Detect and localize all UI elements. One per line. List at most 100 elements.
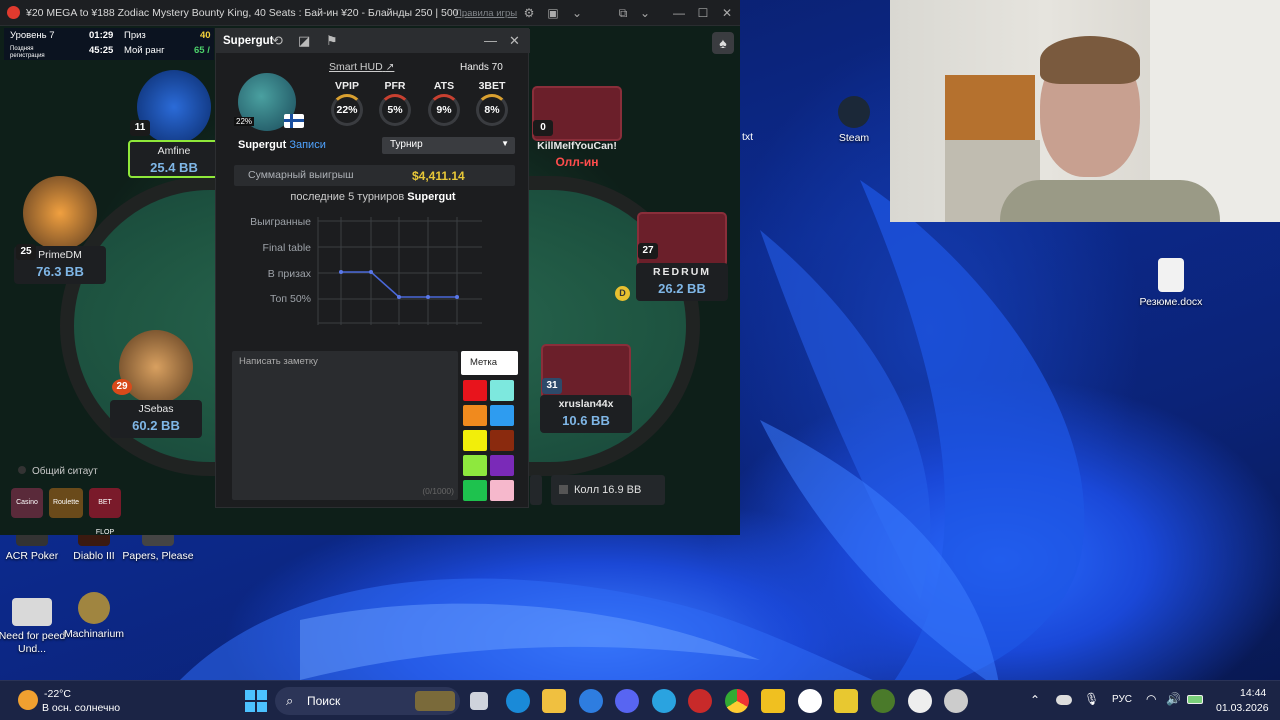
avatar-percent-badge: 22%	[234, 117, 255, 126]
notes-link[interactable]: Записи	[289, 139, 326, 151]
taskbar-time[interactable]: 14:44	[1240, 687, 1266, 699]
tag-color-red[interactable]	[463, 380, 487, 401]
player-plate: REDRUM 26.2 BB	[636, 263, 728, 301]
diablo-icon[interactable]: Diablo III	[58, 532, 130, 563]
tag-color-green[interactable]	[463, 480, 487, 501]
gear-icon[interactable]: ⚙	[522, 6, 536, 20]
stat-ats-ring[interactable]: 9%	[428, 94, 460, 126]
tag-color-pink[interactable]	[490, 480, 514, 501]
level-badge: 11	[130, 120, 150, 136]
task-view-icon[interactable]	[470, 692, 488, 710]
rank-value: 65 /	[194, 45, 210, 56]
discord-icon[interactable]	[615, 689, 639, 713]
stat-vpip-ring[interactable]: 22%	[331, 94, 363, 126]
last-tournaments-caption: последние 5 турниров Supergut	[290, 191, 456, 203]
layout-icon[interactable]: ⧉	[616, 6, 630, 20]
taskbar-date[interactable]: 01.03.2026	[1216, 702, 1269, 714]
note-textarea[interactable]: Написать заметку (0/1000)	[232, 351, 458, 500]
rank-label: Мой ранг	[124, 45, 165, 56]
seat-primedm[interactable]: PrimeDM 76.3 BB 25	[14, 176, 106, 284]
checkbox-icon	[559, 485, 568, 494]
tray-chevron-icon[interactable]: ⌃	[1030, 693, 1040, 707]
app-icon[interactable]	[579, 689, 603, 713]
tag-color-lime[interactable]	[463, 455, 487, 476]
tag-color-orange[interactable]	[463, 405, 487, 426]
weather-widget[interactable]: -22°C В осн. солнечно	[18, 686, 128, 716]
tag-color-purple[interactable]	[490, 455, 514, 476]
common-sitout-toggle[interactable]: Общий ситаут	[18, 466, 98, 477]
tag-color-brown[interactable]	[490, 430, 514, 451]
minimize-icon[interactable]: —	[672, 6, 686, 20]
promo-casino-icon[interactable]: Casino	[11, 488, 43, 518]
hide-icon[interactable]: ◪	[298, 33, 310, 49]
tag-color-blue[interactable]	[490, 405, 514, 426]
window-title: ¥20 MEGA to ¥188 Zodiac Mystery Bounty K…	[26, 7, 471, 19]
results-graph	[317, 217, 482, 325]
app2-icon[interactable]	[688, 689, 712, 713]
machinarium-icon[interactable]: Machinarium	[58, 592, 130, 641]
graph-row-label: В призах	[267, 268, 311, 280]
app5-icon[interactable]	[871, 689, 895, 713]
hud-player-name: Supergut	[223, 35, 274, 47]
papers-please-icon[interactable]: Papers, Please	[122, 532, 194, 563]
player-avatar	[119, 330, 193, 404]
tag-color-yellow[interactable]	[463, 430, 487, 451]
onedrive-icon[interactable]	[1056, 695, 1072, 705]
telegram-icon[interactable]	[652, 689, 676, 713]
game-type-dropdown[interactable]: Турнир ▼	[382, 137, 515, 154]
call-button[interactable]: Колл 16.9 BB	[551, 475, 665, 505]
resume-docx-icon[interactable]: Резюме.docx	[1135, 258, 1207, 309]
app6-icon[interactable]	[944, 689, 968, 713]
promo-roulette-icon[interactable]: Roulette	[49, 488, 83, 518]
note-placeholder: Написать заметку	[239, 356, 318, 367]
finland-flag-icon	[284, 114, 304, 128]
hidden-button[interactable]	[530, 475, 542, 505]
seat-amfine[interactable]: Amfine 25.4 BB 11	[128, 70, 220, 178]
yandex-icon[interactable]	[798, 689, 822, 713]
close-icon[interactable]: ✕	[720, 6, 734, 20]
tag-color-cyan[interactable]	[490, 380, 514, 401]
flag-icon[interactable]: ⚑	[326, 33, 338, 49]
seat-redrum[interactable]: REDRUM 26.2 BB 27	[636, 212, 728, 301]
app3-icon[interactable]	[761, 689, 785, 713]
seat-killmeifyoucan[interactable]: KillMeIfYouCan! Олл-ин 0	[531, 86, 623, 175]
seat-xruslan44x[interactable]: xruslan44x 10.6 BB 31	[540, 344, 632, 433]
poker-app-icon[interactable]	[908, 689, 932, 713]
volume-icon[interactable]: 🔊	[1166, 692, 1181, 706]
seat-jsebas[interactable]: JSebas 60.2 BB 29	[110, 330, 202, 438]
stat-pfr-ring[interactable]: 5%	[379, 94, 411, 126]
language-indicator[interactable]: РУС	[1112, 694, 1132, 705]
history-icon[interactable]: ⟲	[272, 33, 283, 49]
chevron-down-icon[interactable]: ⌄	[570, 6, 584, 20]
edge-icon[interactable]	[506, 689, 530, 713]
start-button[interactable]	[245, 690, 267, 712]
file-explorer-icon[interactable]	[542, 689, 566, 713]
stat-label: PFR	[384, 80, 406, 92]
steam-desktop-icon[interactable]: Steam	[818, 96, 890, 145]
app4-icon[interactable]	[834, 689, 858, 713]
battery-icon[interactable]	[1187, 695, 1203, 704]
weather-temp: -22°C	[44, 688, 71, 700]
taskbar-search[interactable]: ⌕ Поиск	[275, 687, 460, 715]
hud-header: Supergut ⟲ ◪ ⚑ — ✕	[216, 29, 530, 53]
minimize-icon[interactable]: —	[484, 33, 497, 49]
stat-3bet-ring[interactable]: 8%	[476, 94, 508, 126]
spade-icon[interactable]: ♠	[712, 32, 734, 54]
toggle-dot-icon	[18, 466, 26, 474]
close-icon[interactable]: ✕	[509, 33, 520, 49]
player-plate: xruslan44x 10.6 BB	[540, 395, 632, 433]
chrome-icon[interactable]	[725, 689, 749, 713]
maximize-icon[interactable]: ☐	[696, 6, 710, 20]
tournament-info-bar: Уровень 7 01:29 Приз 40 Поздняя регистра…	[4, 28, 214, 60]
wifi-icon[interactable]: ◠	[1146, 692, 1156, 706]
smart-hud-link[interactable]: Smart HUD ↗	[329, 61, 394, 73]
rules-link[interactable]: Правила игры	[455, 8, 517, 19]
promo-betflop-icon[interactable]: BET FLOP	[89, 488, 121, 536]
mic-icon[interactable]: 🎙	[1084, 692, 1099, 706]
caret-down-icon: ▼	[501, 139, 509, 148]
chevron-down-icon[interactable]: ⌄	[638, 6, 652, 20]
level-badge: 27	[638, 243, 658, 259]
chart-icon[interactable]: ▣	[546, 6, 560, 20]
person-hair	[1040, 36, 1140, 84]
document-icon	[1158, 258, 1184, 292]
